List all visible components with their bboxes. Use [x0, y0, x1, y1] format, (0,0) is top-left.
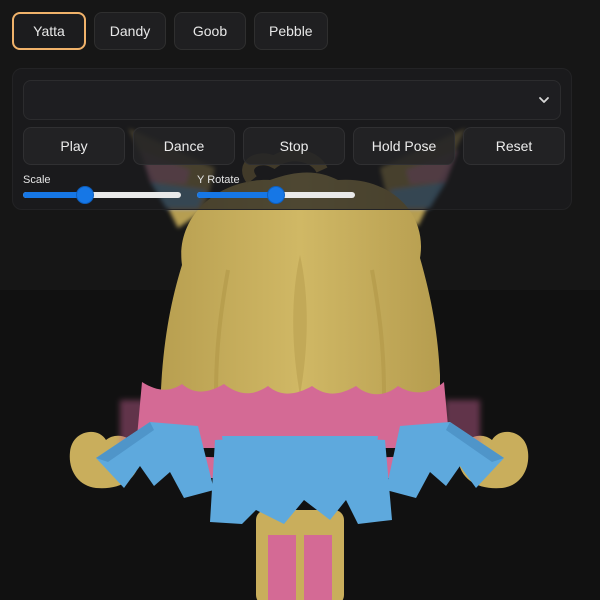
reset-button[interactable]: Reset — [463, 127, 565, 165]
scale-slider-group: Scale — [23, 173, 183, 203]
blue-fringe — [96, 422, 504, 524]
tab-dandy[interactable]: Dandy — [94, 12, 166, 50]
y-rotate-slider-thumb[interactable] — [268, 187, 284, 203]
dance-button[interactable]: Dance — [133, 127, 235, 165]
y-rotate-slider-fill — [197, 192, 276, 198]
tab-goob[interactable]: Goob — [174, 12, 246, 50]
viewport-stage[interactable]: Yatta Dandy Goob Pebble Play Dance Stop … — [0, 0, 600, 600]
hold-pose-button[interactable]: Hold Pose — [353, 127, 455, 165]
legs — [256, 510, 344, 600]
scale-slider[interactable] — [23, 187, 181, 203]
y-rotate-label: Y Rotate — [197, 174, 240, 186]
animation-control-panel: Play Dance Stop Hold Pose Reset Scale Y … — [12, 68, 572, 210]
y-rotate-slider-group: Y Rotate — [197, 173, 357, 203]
tab-yatta[interactable]: Yatta — [12, 12, 86, 50]
animation-select[interactable] — [23, 80, 561, 120]
y-rotate-slider[interactable] — [197, 187, 355, 203]
play-button[interactable]: Play — [23, 127, 125, 165]
character-tabs: Yatta Dandy Goob Pebble — [12, 12, 328, 50]
animation-buttons: Play Dance Stop Hold Pose Reset — [23, 127, 565, 165]
scale-slider-thumb[interactable] — [76, 187, 93, 203]
scale-label: Scale — [23, 174, 51, 186]
stop-button[interactable]: Stop — [243, 127, 345, 165]
tab-pebble[interactable]: Pebble — [254, 12, 328, 50]
chevron-down-icon — [539, 97, 549, 103]
scale-slider-fill — [23, 192, 85, 198]
